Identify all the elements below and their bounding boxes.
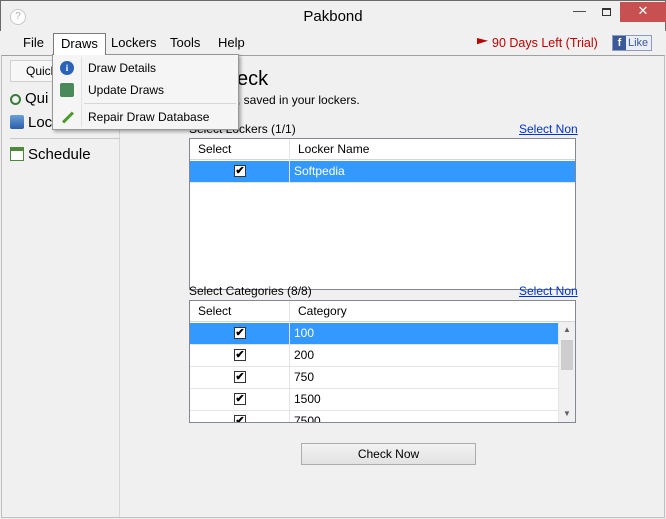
- like-label: Like: [628, 37, 649, 49]
- menu-bar: File Draws Lockers Tools Help 90 Days Le…: [1, 31, 665, 55]
- category-cell: 7500: [294, 414, 321, 423]
- categories-grid: Select Category ✔ 100 ✔ 200 ✔ 750 ✔ 1500…: [189, 300, 576, 423]
- nav-label: Schedule: [28, 146, 91, 163]
- select-cell: ✔: [190, 323, 290, 344]
- draws-dropdown-menu: i Draw Details Update Draws Repair Draw …: [52, 54, 239, 130]
- menu-draws[interactable]: Draws: [53, 33, 106, 55]
- row-checkbox[interactable]: ✔: [234, 327, 246, 339]
- table-row[interactable]: ✔ 200: [190, 345, 558, 367]
- menu-item-repair-draw-database[interactable]: Repair Draw Database: [55, 107, 236, 127]
- menu-item-label: Update Draws: [88, 83, 165, 97]
- scroll-down-icon[interactable]: ▼: [559, 406, 575, 422]
- locker-name-cell: Softpedia: [294, 164, 345, 178]
- magnifier-icon: [10, 94, 21, 105]
- calendar-icon: [10, 147, 24, 161]
- menu-file[interactable]: File: [16, 34, 51, 54]
- select-cell: ✔: [190, 389, 290, 410]
- column-header-select[interactable]: Select: [190, 301, 290, 322]
- title-bar: ? Pakbond — ✕: [0, 0, 666, 31]
- row-checkbox[interactable]: ✔: [234, 349, 246, 361]
- table-row[interactable]: ✔ 1500: [190, 389, 558, 411]
- column-header-select[interactable]: Select: [190, 139, 290, 160]
- menu-item-label: Repair Draw Database: [88, 110, 210, 124]
- nav-label: Qui: [25, 90, 49, 107]
- locker-icon: [10, 115, 24, 129]
- update-icon: [60, 83, 74, 97]
- table-row[interactable]: ✔ 7500: [190, 411, 558, 423]
- trial-text: 90 Days Left (Trial): [492, 36, 598, 50]
- category-cell: 200: [294, 348, 315, 362]
- page-subtitle: , saved in your lockers.: [237, 93, 360, 107]
- menu-separator: [84, 103, 236, 104]
- row-checkbox[interactable]: ✔: [234, 415, 246, 422]
- category-cell: 750: [294, 370, 315, 384]
- nav-divider: [10, 138, 120, 139]
- vertical-scrollbar[interactable]: ▲ ▼: [558, 322, 575, 422]
- menu-item-draw-details[interactable]: i Draw Details: [55, 58, 236, 78]
- menu-lockers[interactable]: Lockers: [104, 34, 164, 54]
- table-row[interactable]: ✔ Softpedia: [190, 161, 575, 183]
- info-icon: i: [60, 61, 74, 75]
- row-checkbox[interactable]: ✔: [234, 393, 246, 405]
- category-cell: 1500: [294, 392, 321, 406]
- nav-item-schedule[interactable]: Schedule: [10, 144, 91, 166]
- scroll-thumb[interactable]: [561, 340, 573, 370]
- select-cell: ✔: [190, 367, 290, 388]
- column-header-category[interactable]: Category: [290, 301, 575, 322]
- table-row[interactable]: ✔ 100: [190, 323, 558, 345]
- select-cell: ✔: [190, 345, 290, 366]
- row-checkbox[interactable]: ✔: [234, 371, 246, 383]
- facebook-like-button[interactable]: f Like: [612, 35, 652, 51]
- menu-tools[interactable]: Tools: [163, 34, 207, 54]
- menu-item-label: Draw Details: [88, 61, 157, 75]
- menu-item-update-draws[interactable]: Update Draws: [55, 80, 236, 100]
- facebook-icon: f: [613, 36, 626, 50]
- maximize-icon: [602, 7, 611, 16]
- select-cell: ✔: [190, 411, 290, 422]
- minimize-button[interactable]: —: [566, 2, 593, 22]
- select-none-lockers-link[interactable]: Select Non: [519, 122, 578, 136]
- select-none-categories-link[interactable]: Select Non: [519, 284, 578, 298]
- scroll-up-icon[interactable]: ▲: [559, 322, 575, 338]
- grid-header: Select Locker Name: [190, 139, 575, 160]
- flag-icon: [477, 38, 488, 45]
- grid-header: Select Category: [190, 301, 575, 322]
- maximize-button[interactable]: [593, 2, 620, 22]
- table-row[interactable]: ✔ 750: [190, 367, 558, 389]
- close-button[interactable]: ✕: [620, 2, 666, 22]
- select-cell: ✔: [190, 161, 290, 182]
- trial-status[interactable]: 90 Days Left (Trial): [477, 36, 598, 50]
- page-title: eck: [237, 68, 269, 90]
- column-header-locker-name[interactable]: Locker Name: [290, 139, 575, 160]
- nav-item-quick-check[interactable]: Qui: [10, 88, 48, 110]
- wrench-icon: [60, 110, 74, 124]
- row-checkbox[interactable]: ✔: [234, 165, 246, 177]
- category-cell: 100: [294, 326, 315, 340]
- lockers-grid: Select Locker Name ✔ Softpedia: [189, 138, 576, 290]
- categories-group-label: Select Categories (8/8): [189, 284, 312, 298]
- menu-help[interactable]: Help: [211, 34, 252, 54]
- check-now-button[interactable]: Check Now: [301, 443, 476, 465]
